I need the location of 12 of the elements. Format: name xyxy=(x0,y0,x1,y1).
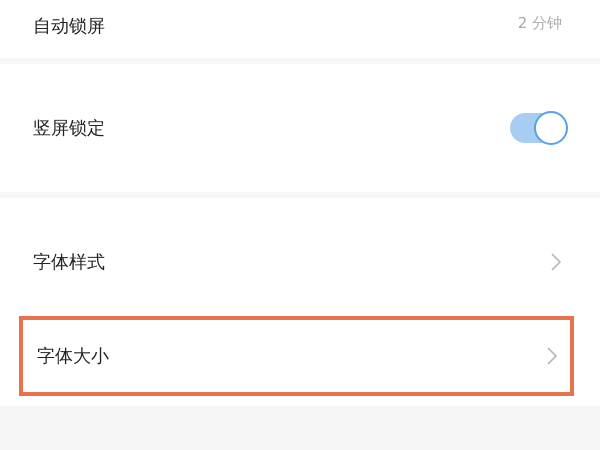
settings-row[interactable]: 字体样式 xyxy=(0,198,600,316)
settings-row[interactable]: 自动锁屏 2 分钟 xyxy=(0,0,600,58)
chevron-right-icon xyxy=(550,252,562,272)
setting-label: 竖屏锁定 xyxy=(33,117,106,140)
setting-label: 字体样式 xyxy=(33,251,106,274)
setting-value: 2 分钟 xyxy=(518,14,562,33)
chevron-right-icon xyxy=(546,346,558,366)
settings-row[interactable]: 竖屏锁定 xyxy=(0,64,600,192)
highlight-frame[interactable]: 字体大小 xyxy=(19,316,574,396)
setting-label: 自动锁屏 xyxy=(33,15,106,38)
toggle-switch[interactable] xyxy=(510,113,566,143)
setting-label: 字体大小 xyxy=(37,345,110,368)
